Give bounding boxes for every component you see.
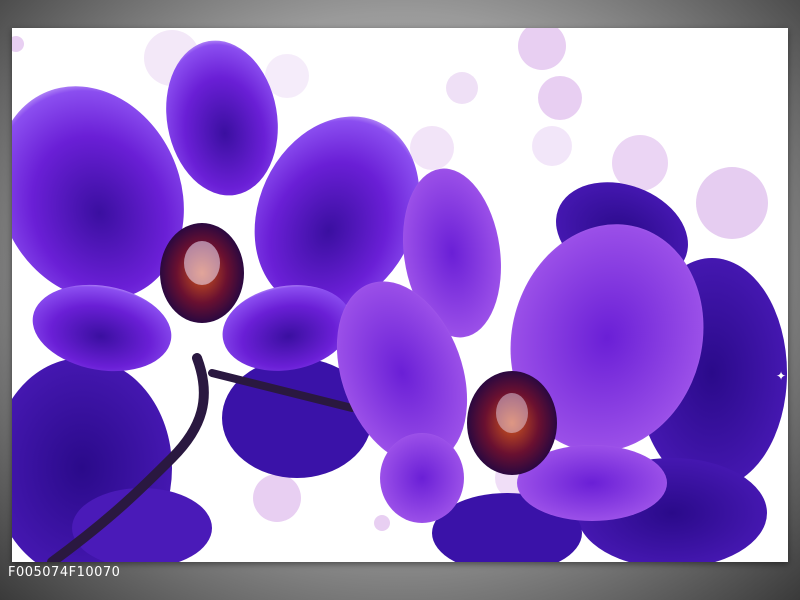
product-code-label: F005074F10070 [8,565,121,580]
orchid-artwork: ✦ [12,28,787,562]
left-back-blooms [12,358,372,562]
photo-frame: ✦ F005074F10070 [0,0,800,600]
canvas-print: ✦ [12,28,788,562]
svg-text:✦: ✦ [776,369,786,383]
